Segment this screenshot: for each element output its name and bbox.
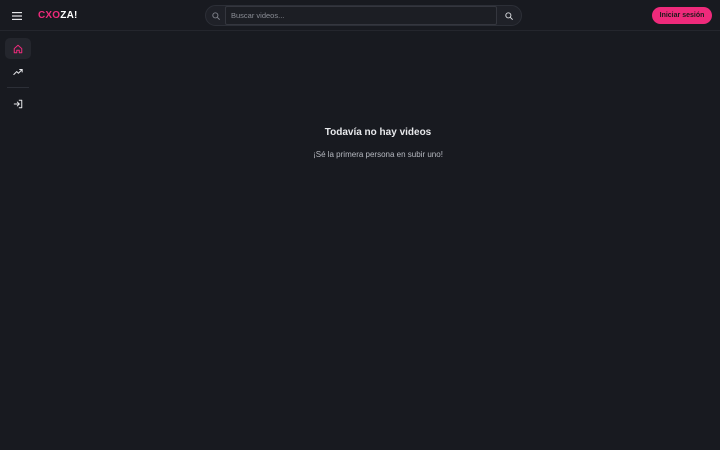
search-button[interactable] (497, 6, 521, 25)
sidebar-item-trending[interactable] (5, 61, 31, 82)
empty-state-subtitle: ¡Sé la primera persona en subir uno! (313, 150, 443, 159)
menu-button[interactable] (8, 7, 26, 24)
search-submit-icon (505, 11, 513, 20)
search-bar (205, 5, 522, 26)
home-icon (13, 44, 23, 54)
sidebar-item-home[interactable] (5, 38, 31, 59)
sidebar-item-login[interactable] (5, 93, 31, 114)
login-button[interactable]: Iniciar sesión (652, 7, 712, 24)
logo-part-2: ZA! (60, 10, 78, 21)
hamburger-icon (12, 11, 22, 20)
top-bar: CXOZA! Iniciar sesión (0, 0, 720, 31)
search-icon (206, 6, 225, 25)
sidebar-divider (7, 87, 29, 88)
search-input[interactable] (225, 6, 497, 25)
login-icon (13, 99, 23, 109)
empty-state-title: Todavía no hay videos (324, 127, 432, 138)
sidebar (0, 32, 36, 450)
logo-part-1: CXO (38, 10, 61, 21)
trending-up-icon (13, 67, 23, 77)
logo[interactable]: CXOZA! (38, 9, 78, 22)
